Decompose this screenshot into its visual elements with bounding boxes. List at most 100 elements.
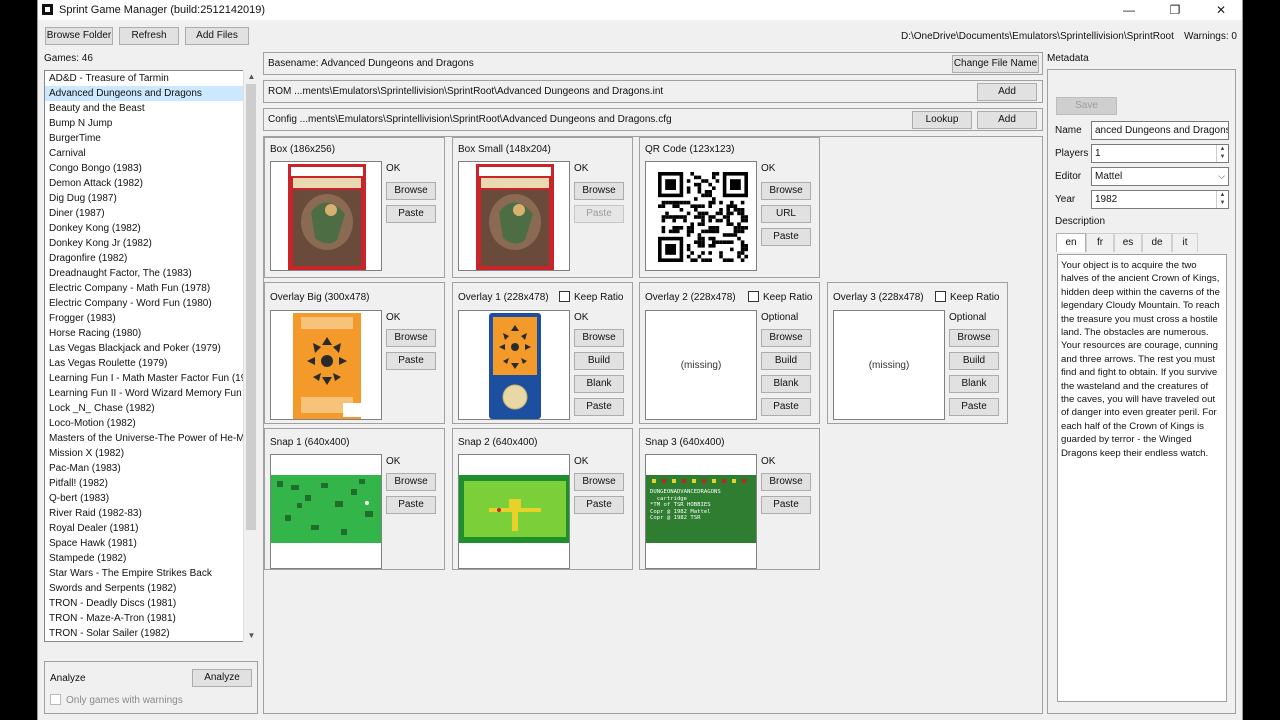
players-spinner-icon[interactable]: ▲ ▼: [1216, 145, 1228, 162]
rom-add-button[interactable]: Add: [977, 83, 1037, 101]
minimize-button[interactable]: —: [1106, 0, 1152, 20]
list-item[interactable]: Beauty and the Beast: [45, 101, 257, 116]
list-item[interactable]: Pitfall! (1982): [45, 476, 257, 491]
snap1-browse-button[interactable]: Browse: [386, 473, 436, 491]
tab-en[interactable]: en: [1056, 233, 1086, 252]
players-field[interactable]: 1 ▲ ▼: [1091, 144, 1229, 163]
overlay2-blank-button[interactable]: Blank: [761, 375, 811, 393]
list-item[interactable]: Donkey Kong (1982): [45, 221, 257, 236]
list-item[interactable]: Electric Company - Math Fun (1978): [45, 281, 257, 296]
overlay2-paste-button[interactable]: Paste: [761, 398, 811, 416]
snap3-paste-button[interactable]: Paste: [761, 496, 811, 514]
list-item[interactable]: Dig Dug (1987): [45, 191, 257, 206]
overlay2-build-button[interactable]: Build: [761, 352, 811, 370]
change-file-name-button[interactable]: Change File Name: [952, 55, 1039, 73]
scrollbar-thumb[interactable]: [246, 84, 256, 530]
list-item[interactable]: Advanced Dungeons and Dragons: [45, 86, 257, 101]
box-browse-button[interactable]: Browse: [386, 182, 436, 200]
editor-select[interactable]: Mattel ⌵: [1091, 167, 1229, 186]
snap2-browse-button[interactable]: Browse: [574, 473, 624, 491]
list-item[interactable]: Donkey Kong Jr (1982): [45, 236, 257, 251]
overlay3-browse-button[interactable]: Browse: [949, 329, 999, 347]
list-item[interactable]: Loco-Motion (1982): [45, 416, 257, 431]
list-item[interactable]: Carnival: [45, 146, 257, 161]
overlay3-build-button[interactable]: Build: [949, 352, 999, 370]
list-item[interactable]: Dragonfire (1982): [45, 251, 257, 266]
overlay1-keep-ratio-checkbox[interactable]: [559, 291, 570, 302]
scroll-down-icon[interactable]: ▼: [244, 629, 259, 642]
list-item[interactable]: Star Wars - The Empire Strikes Back: [45, 566, 257, 581]
maximize-button[interactable]: ❐: [1152, 0, 1198, 20]
list-item[interactable]: Stampede (1982): [45, 551, 257, 566]
games-list[interactable]: AD&D - Treasure of Tarmin Advanced Dungeo…: [44, 70, 258, 642]
overlay3-blank-button[interactable]: Blank: [949, 375, 999, 393]
list-item[interactable]: River Raid (1982-83): [45, 506, 257, 521]
tab-de[interactable]: de: [1142, 233, 1172, 252]
overlay1-build-button[interactable]: Build: [574, 352, 624, 370]
overlay1-paste-button[interactable]: Paste: [574, 398, 624, 416]
description-text[interactable]: Your object is to acquire the two halves…: [1057, 254, 1227, 702]
overlay2-browse-button[interactable]: Browse: [761, 329, 811, 347]
list-item[interactable]: Dreadnaught Factor, The (1983): [45, 266, 257, 281]
snap3-image: DUNGEONADVANCEDRAGONS cartridge *TM of T…: [645, 454, 757, 569]
overlay3-paste-button[interactable]: Paste: [949, 398, 999, 416]
chevron-down-icon[interactable]: ⌵: [1218, 168, 1225, 185]
snap3-browse-button[interactable]: Browse: [761, 473, 811, 491]
list-item[interactable]: Electric Company - Word Fun (1980): [45, 296, 257, 311]
overlay1-browse-button[interactable]: Browse: [574, 329, 624, 347]
list-item[interactable]: Bump N Jump: [45, 116, 257, 131]
year-spinner-icon[interactable]: ▲ ▼: [1216, 191, 1228, 208]
list-item[interactable]: Lock _N_ Chase (1982): [45, 401, 257, 416]
list-item[interactable]: Congo Bongo (1983): [45, 161, 257, 176]
list-item[interactable]: TRON - Maze-A-Tron (1981): [45, 611, 257, 626]
list-item[interactable]: TRON - Solar Sailer (1982): [45, 626, 257, 641]
list-item[interactable]: Frogger (1983): [45, 311, 257, 326]
list-item[interactable]: TRON - Deadly Discs (1981): [45, 596, 257, 611]
list-item[interactable]: Horse Racing (1980): [45, 326, 257, 341]
overlay-big-browse-button[interactable]: Browse: [386, 329, 436, 347]
tab-es[interactable]: es: [1114, 233, 1142, 252]
list-item[interactable]: Masters of the Universe-The Power of He-…: [45, 431, 257, 446]
overlay-big-paste-button[interactable]: Paste: [386, 352, 436, 370]
browse-folder-button[interactable]: Browse Folder: [45, 27, 113, 45]
refresh-button[interactable]: Refresh: [119, 27, 179, 45]
list-item[interactable]: Demon Attack (1982): [45, 176, 257, 191]
list-item[interactable]: Pac-Man (1983): [45, 461, 257, 476]
list-item[interactable]: Q-bert (1983): [45, 491, 257, 506]
config-add-button[interactable]: Add: [977, 111, 1037, 129]
list-item[interactable]: Learning Fun I - Math Master Factor Fun …: [45, 371, 257, 386]
overlay1-blank-button[interactable]: Blank: [574, 375, 624, 393]
games-list-scrollbar[interactable]: ▲ ▼: [243, 70, 258, 642]
list-item[interactable]: Learning Fun II - Word Wizard Memory Fun: [45, 386, 257, 401]
only-warnings-checkbox[interactable]: [50, 694, 61, 705]
list-item[interactable]: Swords and Serpents (1982): [45, 581, 257, 596]
tab-fr[interactable]: fr: [1086, 233, 1114, 252]
snap2-paste-button[interactable]: Paste: [574, 496, 624, 514]
config-lookup-button[interactable]: Lookup: [912, 111, 972, 129]
qr-url-button[interactable]: URL: [761, 205, 811, 223]
list-item[interactable]: Las Vegas Blackjack and Poker (1979): [45, 341, 257, 356]
close-button[interactable]: ✕: [1198, 0, 1244, 20]
list-item[interactable]: Royal Dealer (1981): [45, 521, 257, 536]
overlay2-keep-ratio-checkbox[interactable]: [748, 291, 759, 302]
list-item[interactable]: Diner (1987): [45, 206, 257, 221]
name-field[interactable]: anced Dungeons and Dragons: [1091, 121, 1229, 140]
scroll-up-icon[interactable]: ▲: [244, 70, 259, 83]
list-item[interactable]: Mission X (1982): [45, 446, 257, 461]
qr-browse-button[interactable]: Browse: [761, 182, 811, 200]
list-item[interactable]: AD&D - Treasure of Tarmin: [45, 71, 257, 86]
add-files-button[interactable]: Add Files: [185, 27, 249, 45]
box-small-browse-button[interactable]: Browse: [574, 182, 624, 200]
list-item[interactable]: BurgerTime: [45, 131, 257, 146]
box-paste-button[interactable]: Paste: [386, 205, 436, 223]
year-field[interactable]: 1982 ▲ ▼: [1091, 190, 1229, 209]
list-item[interactable]: Space Hawk (1981): [45, 536, 257, 551]
box-small-paste-button[interactable]: Paste: [574, 205, 624, 223]
save-button[interactable]: Save: [1056, 97, 1117, 115]
qr-paste-button[interactable]: Paste: [761, 228, 811, 246]
overlay3-keep-ratio-checkbox[interactable]: [935, 291, 946, 302]
snap1-paste-button[interactable]: Paste: [386, 496, 436, 514]
analyze-button[interactable]: Analyze: [192, 669, 252, 687]
tab-it[interactable]: it: [1172, 233, 1198, 252]
list-item[interactable]: Las Vegas Roulette (1979): [45, 356, 257, 371]
